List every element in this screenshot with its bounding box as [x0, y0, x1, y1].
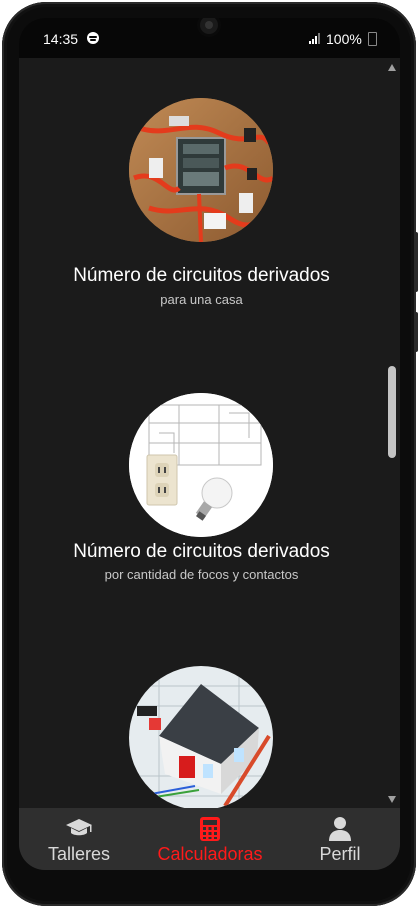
scrollbar[interactable] [384, 58, 400, 808]
power-button [414, 232, 418, 292]
calculator-card-lights-outlets[interactable]: Número de circuitos derivados por cantid… [19, 358, 384, 618]
user-icon [329, 817, 351, 841]
bottom-tab-bar: Talleres Calculadoras Perfil [19, 808, 400, 870]
calculator-icon [200, 817, 220, 841]
scroll-up-arrow-icon[interactable] [388, 64, 396, 71]
calculator-list: Número de circuitos derivados para una c… [19, 58, 384, 810]
tab-perfil[interactable]: Perfil [299, 808, 381, 870]
calculator-card-house-model[interactable] [19, 618, 384, 810]
card-subtitle: para una casa [160, 292, 243, 307]
volume-button [414, 312, 418, 352]
house-model-image [129, 666, 273, 810]
graduation-cap-icon [66, 819, 92, 836]
status-time: 14:35 [43, 31, 79, 47]
scroll-down-arrow-icon[interactable] [388, 796, 396, 803]
front-camera [200, 18, 218, 34]
card-title: Número de circuitos derivados [73, 265, 330, 286]
spotify-icon [87, 32, 99, 44]
electrical-panel-image [129, 98, 273, 242]
status-bar: 14:35 100% [19, 18, 400, 58]
tab-calculadoras[interactable]: Calculadoras [147, 808, 273, 870]
scrollbar-thumb[interactable] [388, 366, 396, 458]
tab-label: Perfil [319, 844, 361, 864]
battery-icon [368, 32, 377, 46]
card-title: Número de circuitos derivados [73, 541, 330, 562]
battery-percent: 100% [326, 31, 362, 47]
tab-talleres[interactable]: Talleres [27, 808, 131, 870]
card-subtitle: por cantidad de focos y contactos [104, 567, 299, 582]
outlet-lightbulb-image [129, 393, 273, 537]
tab-label: Calculadoras [157, 844, 263, 864]
tab-label: Talleres [47, 844, 111, 864]
signal-icon [309, 32, 323, 44]
calculator-card-house[interactable]: Número de circuitos derivados para una c… [19, 58, 384, 328]
app-screen: 14:35 100% Número de circuitos derivados… [19, 18, 400, 870]
